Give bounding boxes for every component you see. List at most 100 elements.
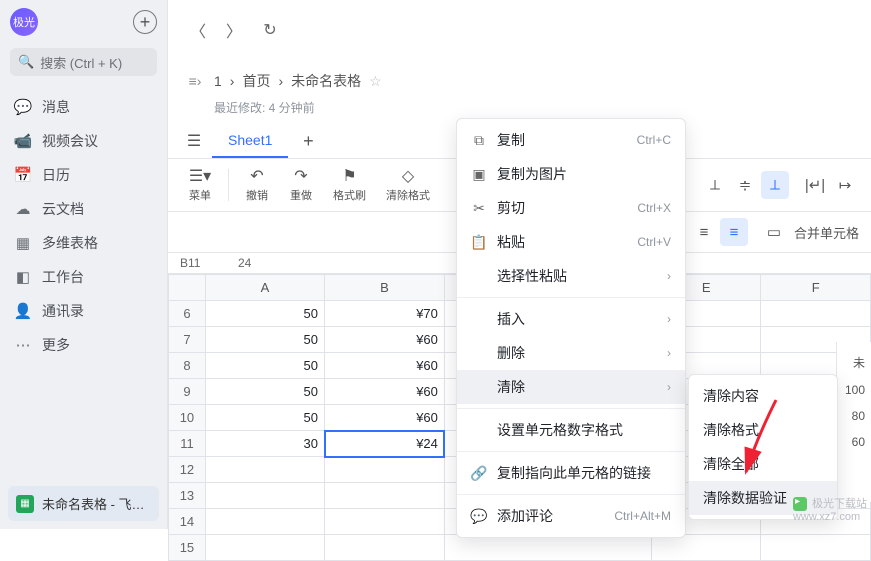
menu-number-format[interactable]: 设置单元格数字格式: [457, 413, 685, 447]
row-header[interactable]: 14: [169, 509, 206, 535]
menu-paste[interactable]: 📋粘贴Ctrl+V: [457, 225, 685, 259]
forward-button[interactable]: 〉: [220, 16, 248, 44]
cell[interactable]: ¥60: [325, 405, 445, 431]
cell[interactable]: 50: [205, 353, 324, 379]
wrap-button[interactable]: |↵|: [801, 171, 829, 199]
chevron-right-icon: ›: [667, 312, 671, 326]
format-painter-button[interactable]: ⚑格式刷: [325, 165, 374, 205]
merge-cells-button[interactable]: ▭: [760, 218, 788, 246]
clear-format-button[interactable]: ◇清除格式: [378, 165, 438, 205]
align-right-button[interactable]: ≡: [720, 218, 748, 246]
cell[interactable]: [205, 457, 324, 483]
cell[interactable]: 50: [205, 405, 324, 431]
menu-copy-image[interactable]: ▣复制为图片: [457, 157, 685, 191]
cell[interactable]: [325, 457, 445, 483]
row-header[interactable]: 10: [169, 405, 206, 431]
menu-insert[interactable]: 插入›: [457, 302, 685, 336]
sidebar-item-messages[interactable]: 💬消息: [0, 90, 167, 124]
redo-button[interactable]: ↷重做: [281, 165, 321, 205]
cell[interactable]: [205, 535, 324, 561]
sidebar-item-workspace[interactable]: ◧工作台: [0, 260, 167, 294]
cell[interactable]: 50: [205, 379, 324, 405]
row-header[interactable]: 6: [169, 301, 206, 327]
cell-ref[interactable]: B11: [180, 256, 220, 270]
cell[interactable]: ¥60: [325, 353, 445, 379]
overflow-button[interactable]: ↦: [831, 171, 859, 199]
menu-delete[interactable]: 删除›: [457, 336, 685, 370]
sidebar-item-contacts[interactable]: 👤通讯录: [0, 294, 167, 328]
back-button[interactable]: 〈: [184, 16, 212, 44]
add-sheet-button[interactable]: +: [292, 125, 324, 157]
cell-value[interactable]: 24: [238, 256, 251, 270]
sheets-list-icon[interactable]: ☰: [180, 127, 208, 155]
cell[interactable]: [325, 509, 445, 535]
cell[interactable]: [444, 535, 651, 561]
cell[interactable]: ¥60: [325, 327, 445, 353]
search-icon: 🔍: [18, 54, 34, 70]
cell[interactable]: ¥70: [325, 301, 445, 327]
col-header[interactable]: B: [325, 275, 445, 301]
corner-cell[interactable]: [169, 275, 206, 301]
menu-copy[interactable]: ⧉复制Ctrl+C: [457, 123, 685, 157]
avatar[interactable]: 极光: [10, 8, 38, 36]
valign-top-button[interactable]: ⟂: [701, 171, 729, 199]
undo-icon: ↶: [250, 167, 263, 185]
col-header[interactable]: F: [761, 275, 871, 301]
row-header[interactable]: 12: [169, 457, 206, 483]
breadcrumb-icon[interactable]: ≡›: [184, 70, 206, 92]
refresh-button[interactable]: ↻: [256, 16, 284, 44]
cell[interactable]: [325, 535, 445, 561]
row-header[interactable]: 7: [169, 327, 206, 353]
align-center-button[interactable]: ≡: [690, 218, 718, 246]
shortcut: Ctrl+X: [637, 201, 671, 215]
cell[interactable]: [761, 301, 871, 327]
cell[interactable]: [205, 483, 324, 509]
row-header[interactable]: 15: [169, 535, 206, 561]
breadcrumb-title[interactable]: 未命名表格: [291, 71, 361, 91]
shortcut: Ctrl+V: [637, 235, 671, 249]
chevron-right-icon: ›: [667, 346, 671, 360]
sidebar-item-base[interactable]: ▦多维表格: [0, 226, 167, 260]
cell[interactable]: [205, 509, 324, 535]
open-doc-tab[interactable]: ▦ 未命名表格 - 飞…: [8, 486, 159, 521]
cell[interactable]: [651, 535, 761, 561]
sidebar-item-docs[interactable]: ☁云文档: [0, 192, 167, 226]
search-input[interactable]: 🔍 搜索 (Ctrl + K): [10, 48, 157, 76]
cell[interactable]: 50: [205, 327, 324, 353]
calendar-icon: 📅: [14, 166, 32, 184]
cell[interactable]: [761, 535, 871, 561]
cell[interactable]: ¥60: [325, 379, 445, 405]
submenu-clear-content[interactable]: 清除内容: [689, 379, 837, 413]
breadcrumb-home[interactable]: 首页: [242, 71, 270, 91]
submenu-clear-format[interactable]: 清除格式: [689, 413, 837, 447]
cell-selected[interactable]: ¥24: [325, 431, 445, 457]
valign-middle-button[interactable]: ≑: [731, 171, 759, 199]
cell[interactable]: 30: [205, 431, 324, 457]
sidebar-item-video[interactable]: 📹视频会议: [0, 124, 167, 158]
menu-paste-special[interactable]: 选择性粘贴›: [457, 259, 685, 293]
row-header[interactable]: 9: [169, 379, 206, 405]
header-nav: 〈 〉 ↻: [168, 0, 871, 60]
menu-clear[interactable]: 清除›: [457, 370, 685, 404]
submenu-clear-all[interactable]: 清除全部: [689, 447, 837, 481]
new-button[interactable]: +: [133, 10, 157, 34]
star-icon[interactable]: ☆: [369, 73, 382, 90]
row-header[interactable]: 13: [169, 483, 206, 509]
cell[interactable]: [325, 483, 445, 509]
row-header[interactable]: 8: [169, 353, 206, 379]
sidebar-item-calendar[interactable]: 📅日历: [0, 158, 167, 192]
menu-button[interactable]: ☰▾菜单: [180, 165, 220, 205]
panel-value: 100: [841, 377, 867, 403]
undo-button[interactable]: ↶撤销: [237, 165, 277, 205]
cell[interactable]: 50: [205, 301, 324, 327]
sidebar-item-label: 视频会议: [42, 131, 98, 151]
valign-bottom-button[interactable]: ⟂: [761, 171, 789, 199]
menu-cut[interactable]: ✂剪切Ctrl+X: [457, 191, 685, 225]
row-header[interactable]: 11: [169, 431, 206, 457]
tab-sheet1[interactable]: Sheet1: [212, 124, 288, 158]
menu-copy-link[interactable]: 🔗复制指向此单元格的链接: [457, 456, 685, 490]
menu-comment[interactable]: 💬添加评论Ctrl+Alt+M: [457, 499, 685, 533]
context-menu: ⧉复制Ctrl+C ▣复制为图片 ✂剪切Ctrl+X 📋粘贴Ctrl+V 选择性…: [456, 118, 686, 538]
col-header[interactable]: A: [205, 275, 324, 301]
sidebar-item-more[interactable]: ⋯更多: [0, 328, 167, 362]
